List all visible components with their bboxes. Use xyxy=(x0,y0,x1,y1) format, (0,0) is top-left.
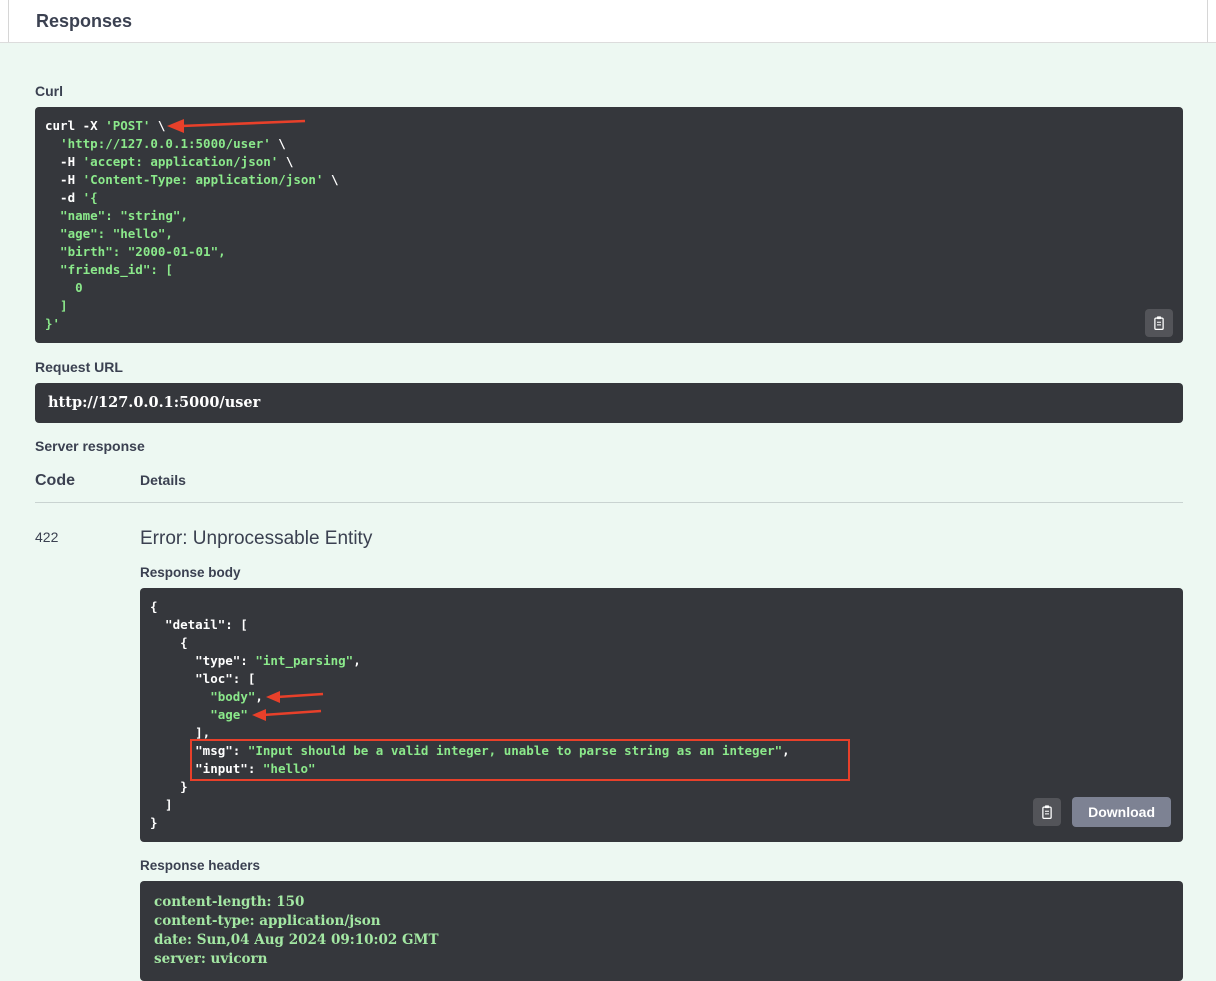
server-response-table-header: Code Details xyxy=(35,472,1183,503)
server-response-label: Server response xyxy=(35,438,145,454)
copy-icon xyxy=(1154,316,1164,331)
copy-response-button[interactable] xyxy=(1033,798,1061,826)
responses-live-panel: Curl curl -X 'POST' \ 'http://127.0.0.1:… xyxy=(0,43,1216,981)
responses-section-header: Responses xyxy=(0,0,1216,43)
copy-curl-button[interactable] xyxy=(1145,309,1173,337)
copy-icon xyxy=(1042,805,1052,820)
status-code: 422 xyxy=(35,529,59,545)
response-headers-label: Response headers xyxy=(140,858,261,873)
responses-header-inner: Responses xyxy=(8,0,1208,42)
server-response-row: 422 Error: Unprocessable Entity Response… xyxy=(35,503,1183,981)
request-url-label: Request URL xyxy=(35,359,123,375)
curl-label: Curl xyxy=(35,83,63,99)
response-body-label: Response body xyxy=(140,565,241,580)
curl-command-text: curl -X 'POST' \ 'http://127.0.0.1:5000/… xyxy=(45,118,339,331)
code-column-header: Code xyxy=(35,472,75,489)
response-body-text: { "detail": [ { "type": "int_parsing", "… xyxy=(150,599,790,830)
details-column-header: Details xyxy=(140,472,186,488)
response-details-column: Error: Unprocessable Entity Response bod… xyxy=(140,527,1183,981)
download-button[interactable]: Download xyxy=(1072,797,1171,827)
response-headers-block: content-length: 150 content-type: applica… xyxy=(140,881,1183,981)
curl-code-block: curl -X 'POST' \ 'http://127.0.0.1:5000/… xyxy=(35,107,1183,343)
response-headers-text: content-length: 150 content-type: applica… xyxy=(154,894,439,967)
response-body-code-block: { "detail": [ { "type": "int_parsing", "… xyxy=(140,588,1183,842)
request-url-value: http://127.0.0.1:5000/user xyxy=(48,394,261,411)
request-url-block: http://127.0.0.1:5000/user xyxy=(35,383,1183,423)
status-text: Error: Unprocessable Entity xyxy=(140,528,373,549)
responses-title: Responses xyxy=(36,10,133,31)
